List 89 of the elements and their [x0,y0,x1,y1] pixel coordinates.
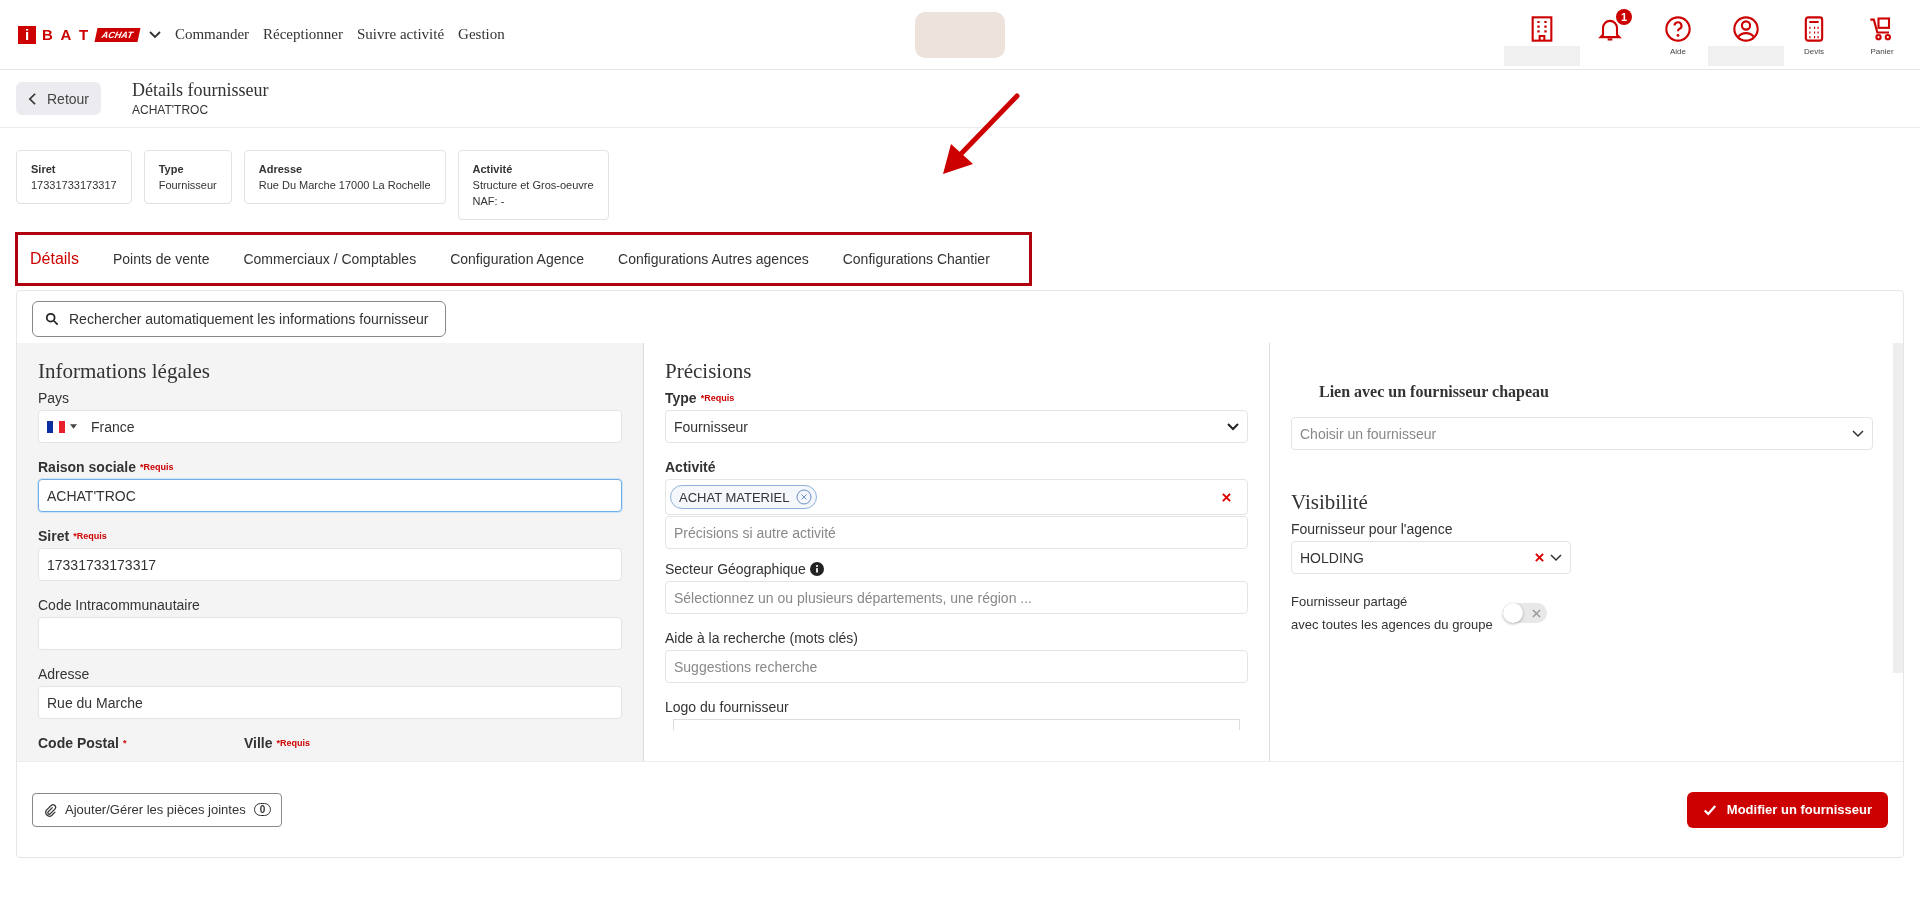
field-label: Fournisseur pour l'agence [1291,521,1454,537]
page-title: Détails fournisseur [132,80,269,101]
country-field[interactable]: France [38,410,622,443]
nav-link[interactable]: Gestion [458,26,505,43]
logo-mark: i [18,25,36,44]
tab[interactable]: Configurations Chantier [825,251,1007,267]
clear-icon[interactable] [1222,492,1231,502]
required-mark: * [122,738,127,748]
help-icon[interactable] [1664,14,1692,43]
icon-label: Devis [1804,46,1824,56]
search-button[interactable]: Rechercher automatiquement les informations fournisseur [32,301,446,337]
info-value: Structure et Gros-oeuvre [472,178,594,193]
back-button[interactable]: Retour [16,82,102,115]
info-value: 17331733173317 [31,178,117,193]
text-field[interactable] [38,617,622,650]
supplier-select[interactable]: Choisir un fournisseur [1291,417,1873,450]
section-title: Lien avec un fournisseur chapeau [1319,383,1550,401]
section-title: Informations légales [38,359,212,384]
tab[interactable]: Points de vente [95,251,227,267]
tag-chip[interactable]: ACHAT MATERIEL [670,485,817,509]
required-mark: *Requis [140,462,174,472]
user-icon[interactable] [1732,14,1760,43]
section-title: Précisions [665,359,753,384]
field-label: Siret [38,528,70,544]
country-value: France [91,418,135,435]
icon-label: Aide [1670,46,1686,56]
text-field[interactable]: Rue du Marche [38,686,622,719]
agency-select[interactable]: HOLDING [1291,541,1571,574]
text-field[interactable]: Sélectionnez un ou plusieurs départements, une région ... [665,581,1248,614]
field-label: Fournisseur partagé [1291,593,1409,611]
required-mark: *Requis [700,393,735,403]
icon-label: Panier [1870,46,1894,56]
tag-field[interactable]: ACHAT MATERIEL [665,479,1248,515]
info-label: Type [158,162,185,177]
field-label: Code Postal [38,735,119,751]
tab[interactable]: Configuration Agence [433,251,602,267]
tab[interactable]: Détails [30,250,96,268]
required-mark: *Requis [73,531,107,541]
field-label: Type [665,390,697,406]
tab[interactable]: Commerciaux / Comptables [226,251,434,267]
field-label: avec toutes les agences du groupe [1291,616,1493,634]
field-label: Ville [244,735,273,751]
info-label: Siret [31,162,57,177]
clear-icon [1535,553,1544,562]
page-subtitle: ACHAT'TROC [132,103,210,117]
field-label: Raison sociale [38,459,137,475]
notification-badge: 1 [1616,8,1632,25]
search-icon [45,312,59,326]
field-label: Logo du fournisseur [665,699,789,715]
logo-text: B A T [42,26,91,43]
chevron-left-icon [28,91,37,106]
tab[interactable]: Configurations Autres agences [601,251,826,267]
field-label: Code Intracommunautaire [38,597,200,613]
scrollbar[interactable] [1893,343,1903,673]
info-value: NAF: - [472,194,506,209]
chevron-down-icon [1852,429,1864,438]
text-field[interactable]: Précisions si autre activité [665,516,1248,549]
info-icon[interactable] [809,562,824,576]
field-label: Activité [665,459,716,475]
chevron-down-icon[interactable] [148,30,161,39]
chevron-down-icon [1227,422,1239,431]
nav-link[interactable]: Commander [174,26,250,43]
field-label: Aide à la recherche (mots clés) [665,630,858,646]
info-value: Fournisseur [158,178,217,193]
type-select[interactable]: Fournisseur [665,410,1248,443]
logo-tag: ACHAT [94,27,141,42]
submit-button[interactable]: Modifier un fournisseur [1686,791,1888,828]
x-icon [1531,608,1541,618]
remove-icon[interactable] [795,489,812,505]
toggle-switch[interactable] [1502,603,1547,623]
text-field[interactable]: Suggestions recherche [665,650,1248,683]
caret-icon [70,424,77,429]
attachments-button[interactable]: Ajouter/Gérer les pièces jointes 0 [32,792,283,827]
text-field[interactable]: ACHAT'TROC [38,479,622,512]
info-label: Adresse [258,162,304,177]
chevron-down-icon [1550,553,1562,562]
field-label: Adresse [38,666,90,682]
nav-link[interactable]: Réceptionner [263,26,343,43]
info-label: Activité [472,162,514,177]
flag-icon [47,420,65,433]
text-field[interactable]: 17331733173317 [38,548,622,581]
field-label: Secteur Géographique [665,561,806,577]
nav-link[interactable]: Suivre activité [357,26,445,43]
paperclip-icon [43,802,57,817]
section-title: Visibilité [1291,490,1369,515]
required-mark: *Requis [276,738,311,748]
info-value: Rue Du Marche 17000 La Rochelle [258,178,431,193]
check-icon [1702,802,1717,817]
field-label: Pays [38,390,71,406]
